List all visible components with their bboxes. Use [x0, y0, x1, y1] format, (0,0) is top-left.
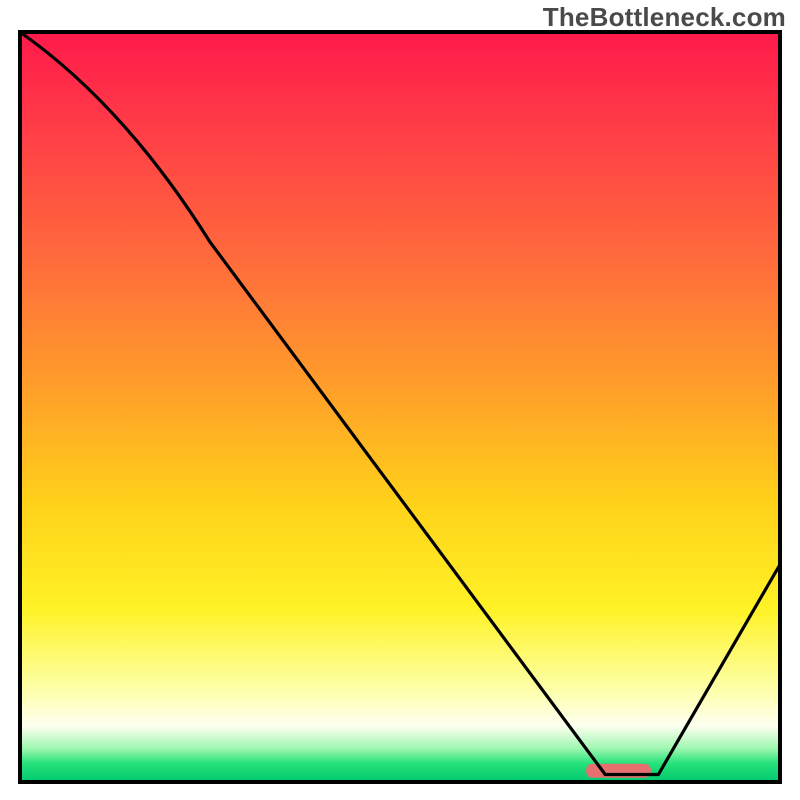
plot-background: [20, 32, 780, 782]
watermark-text: TheBottleneck.com: [543, 2, 786, 33]
bottleneck-chart: [0, 0, 800, 800]
chart-container: TheBottleneck.com: [0, 0, 800, 800]
